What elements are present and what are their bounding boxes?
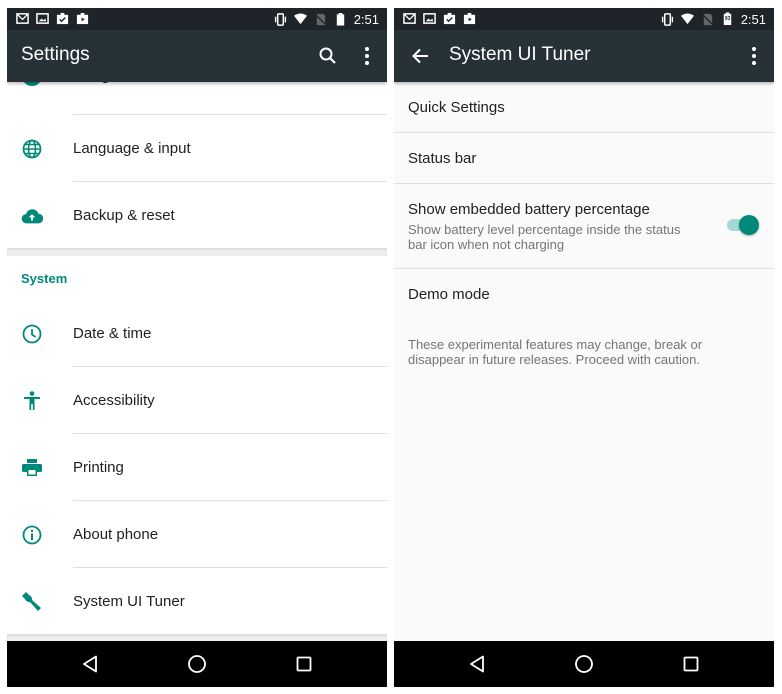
back-button[interactable] <box>466 653 488 675</box>
settings-item-system-ui-tuner[interactable]: System UI Tuner <box>7 568 387 635</box>
item-summary: Show battery level percentage inside the… <box>408 222 681 252</box>
tuner-item-battery-percentage[interactable]: Show embedded battery percentage Show ba… <box>394 184 774 268</box>
play-briefcase-icon <box>463 12 476 25</box>
settings-item-date-time[interactable]: Date & time <box>7 300 387 367</box>
status-bar: 93 2:51 <box>394 8 774 30</box>
section-divider <box>7 634 387 641</box>
tuner-list: Quick Settings Status bar Show embedded … <box>394 82 774 641</box>
recents-icon <box>683 656 699 672</box>
settings-item-backup-reset[interactable]: Backup & reset <box>7 182 387 249</box>
search-icon <box>319 47 336 64</box>
page-title: Settings <box>21 44 90 65</box>
wrench-icon <box>21 591 43 613</box>
info-icon <box>21 524 43 546</box>
clipboard-check-icon <box>56 12 69 25</box>
section-header-system: System <box>21 271 68 286</box>
section-divider <box>7 248 387 256</box>
recents-button[interactable] <box>680 653 702 675</box>
settings-item-label: Accessibility <box>73 392 155 409</box>
home-button[interactable] <box>573 653 595 675</box>
overflow-menu-icon <box>365 47 369 65</box>
tuner-item-status-bar[interactable]: Status bar <box>394 133 774 183</box>
vibrate-icon <box>274 12 286 26</box>
home-icon <box>575 655 593 673</box>
settings-item-label: About phone <box>73 526 159 543</box>
tuner-item-quick-settings[interactable]: Quick Settings <box>394 82 774 132</box>
settings-item-label: Google <box>73 82 121 84</box>
globe-icon <box>21 138 43 160</box>
arrow-back-icon <box>412 48 428 64</box>
cloud-upload-icon <box>21 205 43 227</box>
overflow-menu-button[interactable] <box>354 43 380 69</box>
play-briefcase-icon <box>76 12 89 25</box>
overflow-menu-icon <box>752 47 756 65</box>
back-icon <box>83 655 97 673</box>
no-sim-icon <box>315 13 326 25</box>
back-button[interactable] <box>79 653 101 675</box>
navigate-up-button[interactable] <box>407 43 433 69</box>
printer-icon <box>21 457 43 479</box>
image-icon <box>36 13 49 24</box>
gmail-icon <box>403 13 416 24</box>
gmail-icon <box>16 13 29 24</box>
status-bar: 2:51 <box>7 8 387 30</box>
wifi-icon <box>293 12 307 24</box>
app-bar: Settings <box>7 30 387 82</box>
battery-percentage: 93 <box>724 16 731 22</box>
clipboard-check-icon <box>443 12 456 25</box>
item-title: Demo mode <box>408 286 490 303</box>
page-title: System UI Tuner <box>449 44 591 65</box>
recents-icon <box>296 656 312 672</box>
settings-item-about-phone[interactable]: About phone <box>7 501 387 568</box>
back-icon <box>470 655 484 673</box>
no-sim-icon <box>702 13 713 25</box>
clock: 2:51 <box>353 11 379 27</box>
settings-screen: 2:51 Settings Google Language & input <box>7 8 387 687</box>
home-icon <box>188 655 206 673</box>
clock-icon <box>21 323 43 345</box>
experimental-warning: These experimental features may change, … <box>408 337 703 367</box>
toggle-thumb <box>739 215 759 235</box>
settings-item-printing[interactable]: Printing <box>7 434 387 501</box>
vibrate-icon <box>661 12 673 26</box>
home-button[interactable] <box>186 653 208 675</box>
navigation-bar <box>394 641 774 687</box>
settings-list: Google Language & input Backup & reset S… <box>7 82 387 641</box>
settings-item-google[interactable]: Google <box>7 82 387 109</box>
overflow-menu-button[interactable] <box>741 43 767 69</box>
wifi-icon <box>680 12 694 24</box>
app-bar: System UI Tuner <box>394 30 774 82</box>
tuner-item-demo-mode[interactable]: Demo mode <box>394 269 774 319</box>
battery-icon <box>336 12 344 26</box>
settings-item-label: Printing <box>73 459 124 476</box>
battery-icon: 93 <box>721 12 734 26</box>
system-ui-tuner-screen: 93 2:51 System UI Tuner Quick Settings S… <box>394 8 774 687</box>
battery-percentage-toggle[interactable] <box>725 214 759 236</box>
recents-button[interactable] <box>293 653 315 675</box>
google-icon <box>21 82 43 87</box>
item-title: Show embedded battery percentage <box>408 201 650 218</box>
settings-item-label: Language & input <box>73 140 191 157</box>
settings-item-label: System UI Tuner <box>73 593 185 610</box>
settings-item-language-input[interactable]: Language & input <box>7 115 387 182</box>
item-title: Status bar <box>408 150 477 167</box>
settings-item-accessibility[interactable]: Accessibility <box>7 367 387 434</box>
search-button[interactable] <box>315 43 341 69</box>
settings-item-label: Date & time <box>73 325 152 342</box>
clock: 2:51 <box>740 11 766 27</box>
image-icon <box>423 13 436 24</box>
accessibility-icon <box>21 390 43 412</box>
navigation-bar <box>7 641 387 687</box>
item-title: Quick Settings <box>408 99 505 116</box>
settings-item-label: Backup & reset <box>73 207 175 224</box>
